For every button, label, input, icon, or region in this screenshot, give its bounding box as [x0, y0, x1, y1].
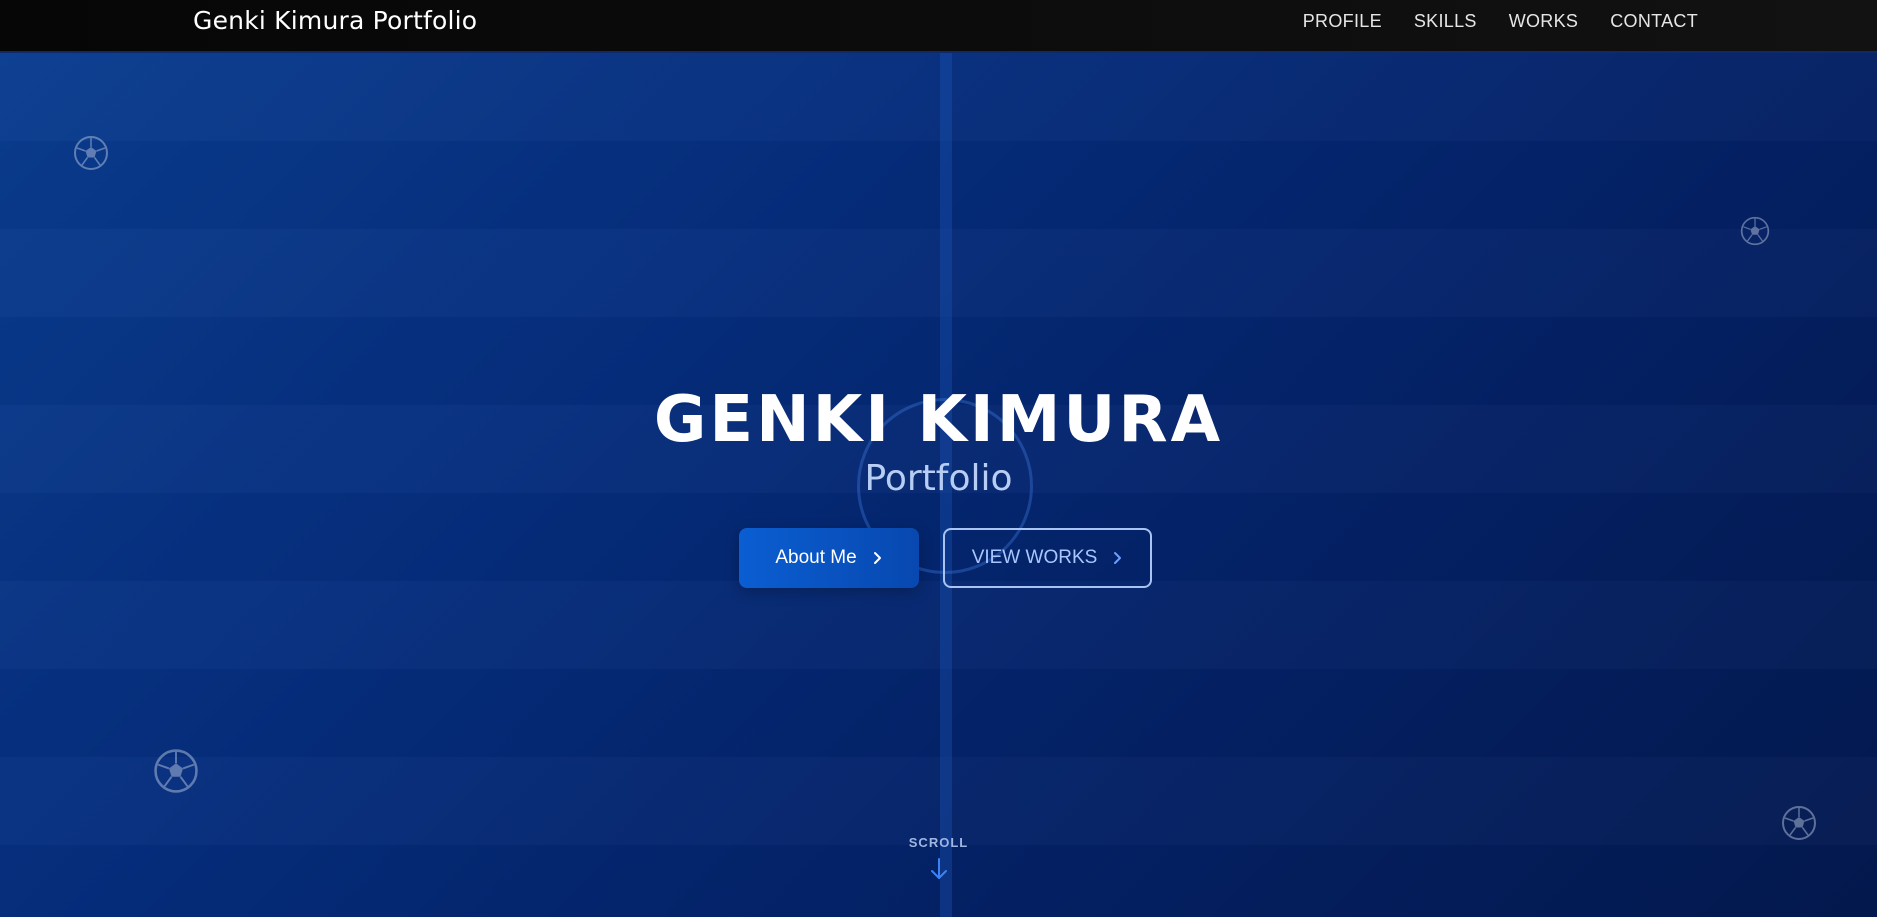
soccer-ball-icon	[74, 136, 108, 170]
scroll-label: SCROLL	[908, 835, 969, 850]
nav-item-profile[interactable]: PROFILE	[1303, 9, 1382, 33]
hero-section: GENKI KIMURA Portfolio About Me VIEW WOR…	[0, 53, 1877, 917]
main-nav: PROFILE SKILLS WORKS CONTACT	[1303, 9, 1698, 33]
view-works-button[interactable]: VIEW WORKS	[943, 528, 1152, 588]
about-me-button-label: About Me	[775, 547, 857, 568]
hero-title: GENKI KIMURA	[653, 383, 1224, 457]
view-works-button-label: VIEW WORKS	[971, 547, 1098, 568]
soccer-ball-icon	[154, 749, 198, 793]
brand-logo[interactable]: Genki Kimura Portfolio	[193, 5, 477, 37]
about-me-button[interactable]: About Me	[739, 528, 919, 588]
nav-item-skills[interactable]: SKILLS	[1414, 9, 1477, 33]
chevron-right-icon	[873, 552, 881, 564]
hero-subtitle: Portfolio	[864, 458, 1013, 499]
site-header: Genki Kimura Portfolio PROFILE SKILLS WO…	[0, 0, 1877, 53]
scroll-indicator[interactable]: SCROLL	[0, 835, 1877, 881]
chevron-right-icon	[1114, 552, 1122, 564]
arrow-down-icon	[930, 858, 947, 879]
soccer-ball-icon	[1740, 216, 1770, 246]
nav-item-contact[interactable]: CONTACT	[1610, 9, 1698, 33]
nav-item-works[interactable]: WORKS	[1509, 9, 1579, 33]
